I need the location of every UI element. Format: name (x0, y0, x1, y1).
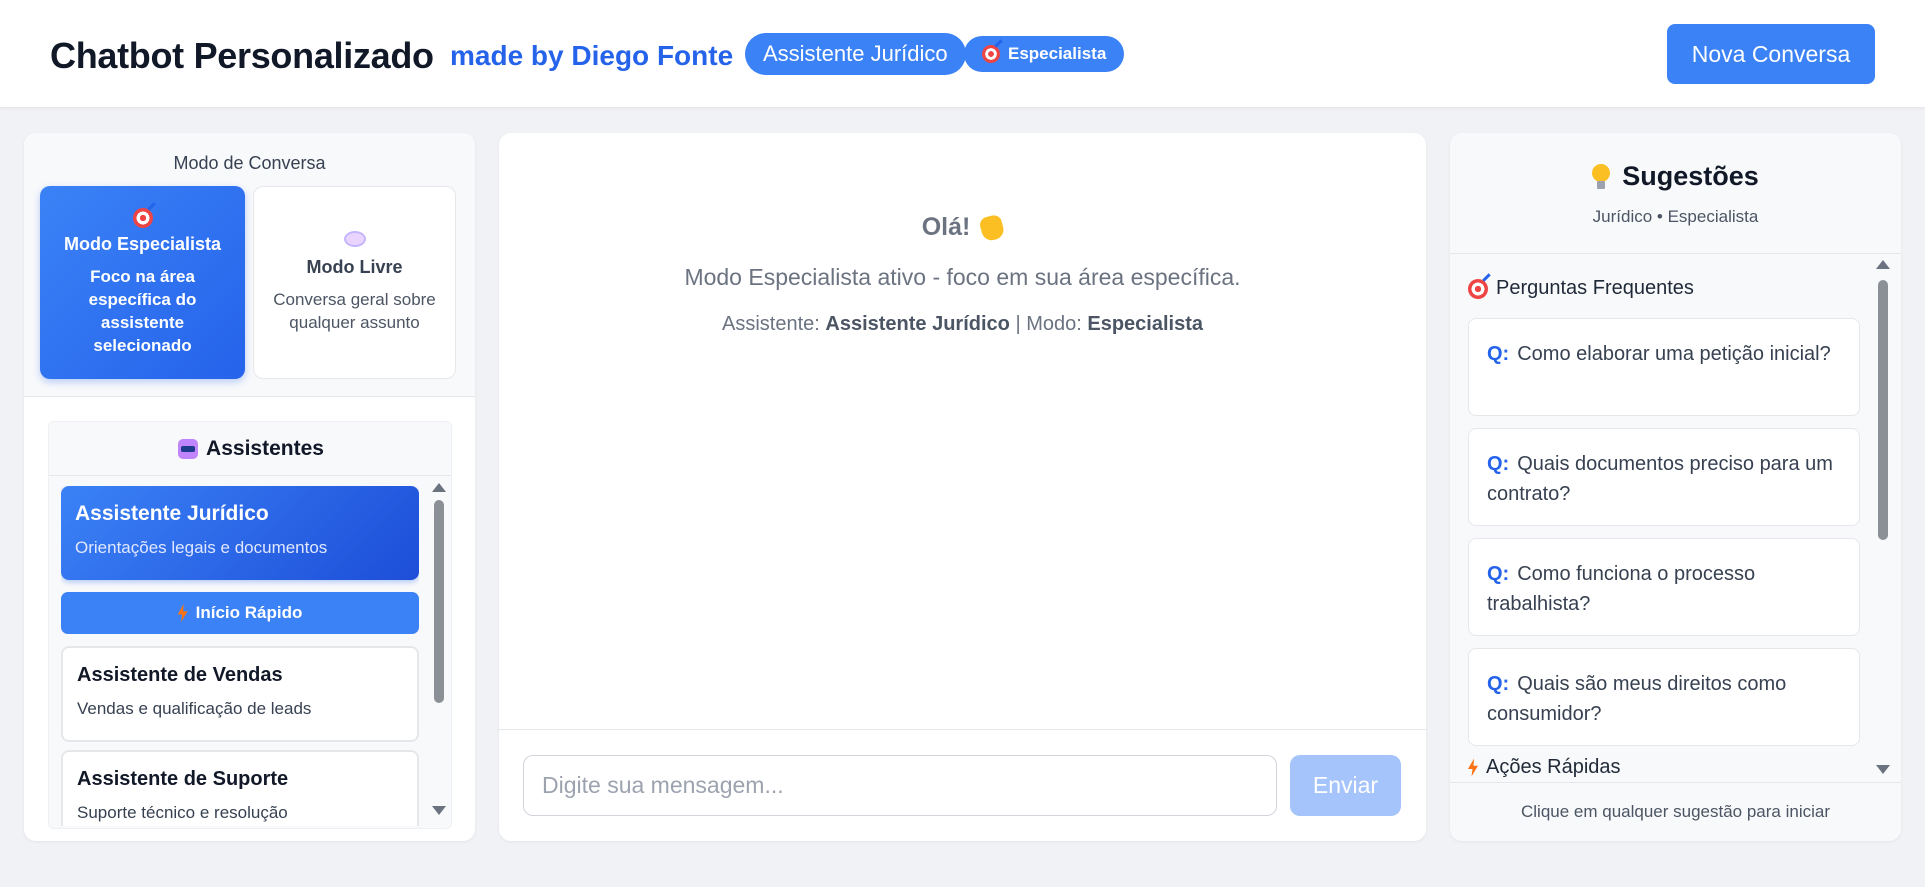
assistant-description: Orientações legais e documentos (75, 538, 328, 557)
greeting-text: Olá! (921, 213, 971, 241)
assistants-header: Assistentes (49, 422, 451, 476)
conversation-mode-section: Modo de Conversa Modo Especialista Foco … (24, 133, 475, 397)
question-prefix: Q: (1487, 673, 1510, 695)
assistant-item-vendas[interactable]: Assistente de Vendas Vendas e qualificaç… (61, 646, 419, 742)
assistants-scrollbar[interactable] (432, 483, 446, 815)
suggestions-title-row: Sugestões (1450, 161, 1901, 192)
send-button[interactable]: Enviar (1290, 755, 1401, 816)
question-prefix: Q: (1487, 563, 1510, 585)
quick-start-label: Início Rápido (195, 603, 303, 622)
mode-badge-label: Especialista (1008, 44, 1107, 63)
specialist-mode-title: Modo Especialista (63, 234, 222, 254)
scroll-up-arrow[interactable] (1876, 260, 1890, 269)
assistant-description: Vendas e qualificação de leads (77, 699, 312, 718)
faq-question: Como elaborar uma petição inicial? (1517, 343, 1831, 365)
mode-value: Especialista (1087, 313, 1203, 335)
mode-section-heading: Modo de Conversa (173, 153, 326, 173)
question-prefix: Q: (1487, 453, 1510, 475)
target-icon (1468, 278, 1488, 299)
waving-hand-icon (978, 213, 1007, 243)
faq-heading-label: Perguntas Frequentes (1496, 277, 1694, 299)
chat-input-area: Enviar (499, 729, 1426, 841)
left-sidebar: Modo de Conversa Modo Especialista Foco … (24, 133, 475, 841)
scroll-down-arrow[interactable] (1876, 765, 1890, 774)
mode-label: Modo: (1026, 313, 1082, 335)
specialist-mode-description: Foco na área específica do assistente se… (88, 267, 197, 355)
assistant-status-line: Assistente: Assistente Jurídico | Modo: … (499, 313, 1426, 336)
top-header: Chatbot Personalizado made by Diego Font… (0, 0, 1925, 108)
scroll-down-arrow[interactable] (432, 806, 446, 815)
faq-question: Como funciona o processo trabalhista? (1487, 563, 1756, 615)
assistant-name: Assistente Jurídico (75, 502, 269, 525)
free-mode-description: Conversa geral sobre qualquer assunto (273, 290, 436, 332)
assistant-name: Assistente de Suporte (77, 768, 289, 790)
faq-item[interactable]: Q: Como funciona o processo trabalhista? (1468, 538, 1860, 636)
suggestions-scrollbar[interactable] (1876, 260, 1890, 774)
suggestions-list: Perguntas Frequentes Q: Como elaborar uma… (1468, 255, 1868, 782)
status-separator: | (1015, 313, 1021, 335)
suggestions-panel: Sugestões Jurídico • Especialista Pergun… (1450, 133, 1901, 841)
target-icon (982, 45, 1000, 63)
assistant-value: Assistente Jurídico (825, 313, 1010, 335)
faq-question: Quais documentos preciso para um contrat… (1487, 453, 1833, 505)
assistants-panel: Assistentes Assistente Jurídico Orientaç… (48, 421, 452, 829)
new-conversation-button[interactable]: Nova Conversa (1667, 24, 1875, 84)
scroll-thumb[interactable] (1878, 280, 1888, 540)
scroll-thumb[interactable] (434, 500, 444, 703)
lightning-icon (1468, 758, 1478, 777)
app-title: Chatbot Personalizado (50, 35, 434, 76)
specialist-mode-card[interactable]: Modo Especialista Foco na área específic… (40, 186, 245, 379)
faq-heading: Perguntas Frequentes (1468, 277, 1694, 300)
quick-actions-label: Ações Rápidas (1486, 756, 1621, 778)
assistant-item-suporte[interactable]: Assistente de Suporte Suporte técnico e … (61, 750, 419, 826)
faq-item[interactable]: Q: Como elaborar uma petição inicial? (1468, 318, 1860, 416)
free-mode-card[interactable]: Modo Livre Conversa geral sobre qualquer… (253, 186, 456, 379)
assistant-item-juridico[interactable]: Assistente Jurídico Orientações legais e… (61, 486, 419, 580)
robot-icon (178, 438, 199, 459)
assistant-name: Assistente de Vendas (77, 664, 283, 686)
free-mode-title: Modo Livre (306, 257, 403, 277)
author-credit: made by Diego Fonte (450, 40, 734, 71)
suggestions-title: Sugestões (1622, 161, 1759, 191)
speech-bubble-icon (343, 231, 366, 247)
faq-item[interactable]: Q: Quais são meus direitos como consumido… (1468, 648, 1860, 746)
quick-actions-heading: Ações Rápidas (1468, 756, 1621, 779)
lightbulb-icon (1592, 163, 1611, 190)
chat-panel: Olá! Modo Especialista ativo - foco em s… (499, 133, 1426, 841)
scroll-up-arrow[interactable] (432, 483, 446, 492)
assistant-description: Suporte técnico e resolução (77, 803, 288, 822)
current-mode-badge: Especialista (964, 36, 1125, 72)
assistants-title: Assistentes (206, 436, 324, 460)
current-assistant-badge: Assistente Jurídico (745, 33, 966, 75)
assistant-label: Assistente: (721, 313, 820, 335)
quick-start-button[interactable]: Início Rápido (61, 592, 419, 634)
question-prefix: Q: (1487, 343, 1510, 365)
suggestions-header: Sugestões Jurídico • Especialista (1450, 133, 1901, 254)
assistants-list: Assistente Jurídico Orientações legais e… (61, 486, 419, 826)
target-icon (132, 208, 153, 228)
message-input[interactable] (523, 755, 1277, 816)
faq-item[interactable]: Q: Quais documentos preciso para um contr… (1468, 428, 1860, 526)
faq-question: Quais são meus direitos como consumidor? (1487, 673, 1787, 725)
suggestions-subtitle: Jurídico • Especialista (1592, 207, 1759, 226)
suggestions-footer: Clique em qualquer sugestão para iniciar (1450, 782, 1901, 841)
lightning-icon (177, 604, 188, 622)
greeting: Olá! (499, 213, 1426, 243)
mode-info-text: Modo Especialista ativo - foco em sua ár… (684, 264, 1241, 290)
